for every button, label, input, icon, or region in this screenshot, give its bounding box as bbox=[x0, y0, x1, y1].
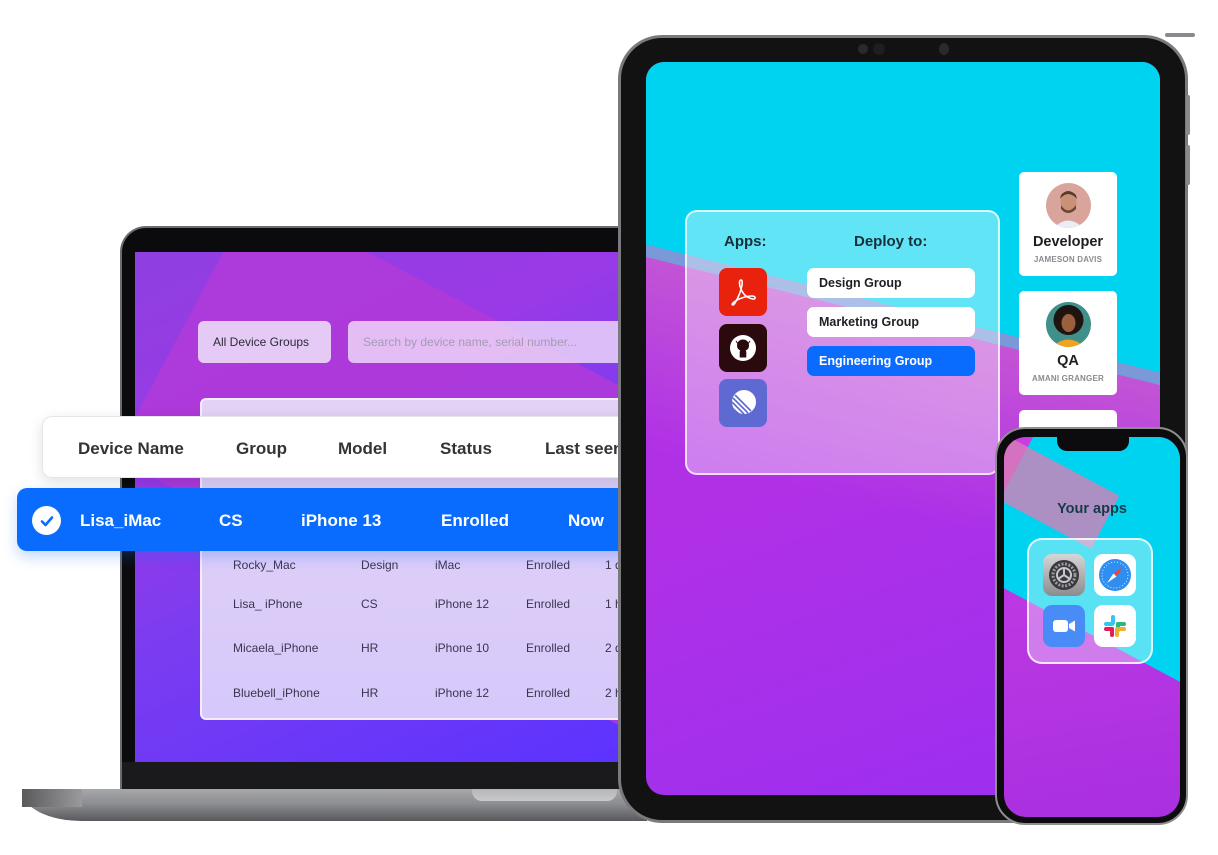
your-apps-heading: Your apps bbox=[1057, 501, 1127, 517]
cell-status: Enrolled bbox=[526, 641, 571, 655]
device-search-input[interactable] bbox=[348, 321, 623, 363]
cell-group: HR bbox=[361, 641, 379, 655]
table-row[interactable]: Bluebell_iPhone HR iPhone 12 Enrolled 2 … bbox=[202, 678, 630, 708]
cell-group: Design bbox=[361, 558, 399, 572]
table-row[interactable]: Micaela_iPhone HR iPhone 10 Enrolled 2 d bbox=[202, 633, 630, 663]
cell-status: Enrolled bbox=[526, 597, 571, 611]
person-name: JAMESON DAVIS bbox=[1033, 255, 1103, 264]
cell-device: Micaela_iPhone bbox=[233, 641, 319, 655]
cell-model: iPhone 13 bbox=[301, 511, 382, 530]
cell-model: iMac bbox=[435, 558, 461, 572]
cell-status: Enrolled bbox=[441, 511, 510, 530]
ipad-sensor bbox=[939, 43, 949, 55]
cell-group: CS bbox=[361, 597, 378, 611]
cell-status: Enrolled bbox=[526, 558, 571, 572]
cell-device: Lisa_ iPhone bbox=[233, 597, 303, 611]
github-icon[interactable] bbox=[719, 324, 767, 372]
column-header-status[interactable]: Status bbox=[440, 439, 492, 459]
person-role: Developer bbox=[1032, 234, 1104, 250]
cell-model: iPhone 10 bbox=[435, 641, 490, 655]
cell-model: iPhone 12 bbox=[435, 686, 490, 700]
avatar bbox=[1046, 183, 1091, 228]
cell-last-seen: Now bbox=[568, 511, 604, 530]
person-name: AMANI GRANGER bbox=[1032, 374, 1104, 383]
table-row[interactable]: Rocky_Mac Design iMac Enrolled 1 d bbox=[202, 550, 630, 580]
avatar bbox=[1046, 302, 1091, 347]
deploy-group-engineering[interactable]: Engineering Group bbox=[807, 346, 975, 376]
settings-icon[interactable] bbox=[1043, 554, 1085, 596]
deploy-group-marketing[interactable]: Marketing Group bbox=[807, 307, 975, 337]
table-header: Device Name Group Model Status Last seen bbox=[42, 416, 642, 478]
ipad-volume-up-button bbox=[1186, 95, 1190, 135]
device-group-filter[interactable]: All Device Groups bbox=[198, 321, 331, 363]
person-card[interactable]: QA AMANI GRANGER bbox=[1019, 291, 1117, 395]
cell-status: Enrolled bbox=[526, 686, 571, 700]
iphone-notch bbox=[1057, 437, 1129, 451]
checkmark-icon[interactable] bbox=[32, 506, 61, 535]
table-row[interactable]: Lisa_ iPhone CS iPhone 12 Enrolled 1 h bbox=[202, 589, 630, 619]
column-header-group[interactable]: Group bbox=[236, 439, 287, 459]
cell-model: iPhone 12 bbox=[435, 597, 490, 611]
acrobat-icon[interactable] bbox=[719, 268, 767, 316]
person-role: QA bbox=[1057, 353, 1079, 369]
linear-icon[interactable] bbox=[719, 379, 767, 427]
deploy-group-design[interactable]: Design Group bbox=[807, 268, 975, 298]
ipad-sensor bbox=[858, 44, 868, 54]
laptop-bezel-bottom bbox=[122, 762, 642, 790]
safari-icon[interactable] bbox=[1094, 554, 1136, 596]
cell-group: HR bbox=[361, 686, 379, 700]
ipad-camera-icon bbox=[873, 43, 885, 55]
laptop-opening-notch bbox=[472, 789, 617, 801]
selected-table-row[interactable]: Lisa_iMac CS iPhone 13 Enrolled Now bbox=[17, 488, 642, 551]
column-header-device-name[interactable]: Device Name bbox=[78, 439, 184, 459]
cell-group: CS bbox=[219, 511, 243, 530]
column-header-model[interactable]: Model bbox=[338, 439, 387, 459]
deploy-to-heading: Deploy to: bbox=[854, 233, 928, 250]
zoom-video-icon[interactable] bbox=[1043, 605, 1085, 647]
person-card[interactable]: Developer JAMESON DAVIS bbox=[1019, 172, 1117, 276]
cell-device: Rocky_Mac bbox=[233, 558, 296, 572]
ipad-top-button bbox=[1165, 33, 1195, 37]
apps-heading: Apps: bbox=[724, 233, 767, 250]
ipad-volume-down-button bbox=[1186, 145, 1190, 185]
column-header-last-seen[interactable]: Last seen bbox=[545, 439, 623, 459]
cell-device: Bluebell_iPhone bbox=[233, 686, 320, 700]
cell-device: Lisa_iMac bbox=[80, 511, 162, 530]
slack-icon[interactable] bbox=[1094, 605, 1136, 647]
